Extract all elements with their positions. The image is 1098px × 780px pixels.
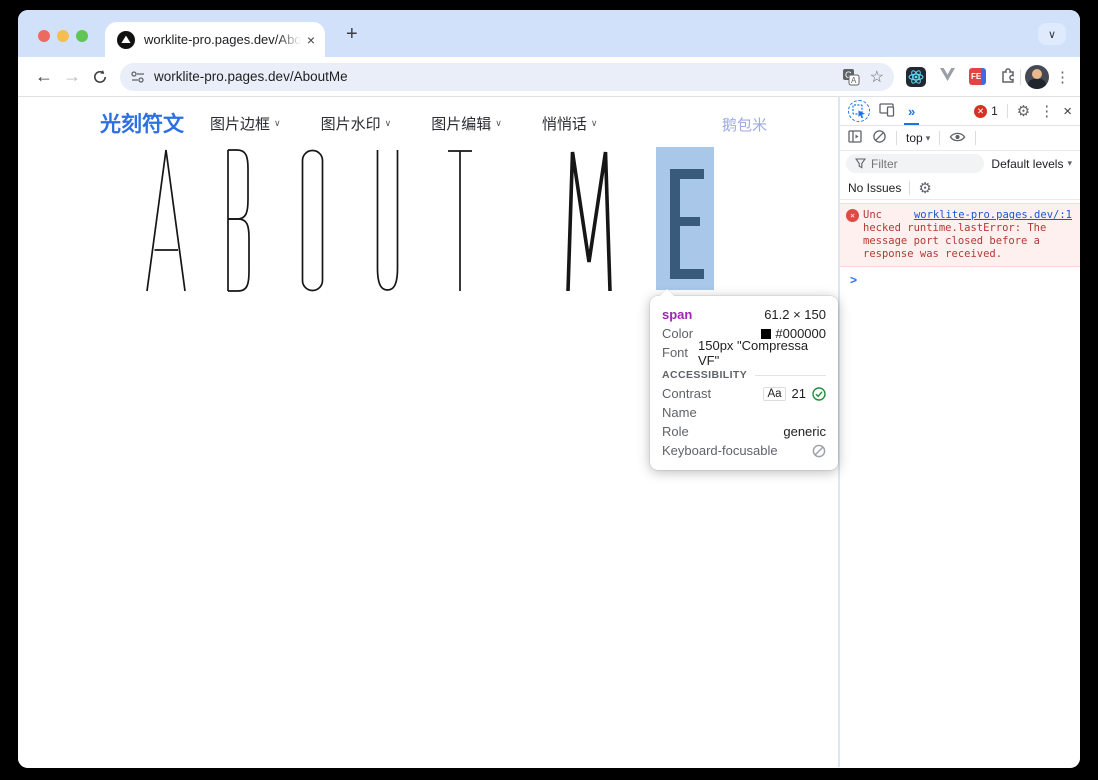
error-circle-icon: ✕ xyxy=(846,209,859,222)
name-label: Name xyxy=(662,405,697,420)
devtools-settings-icon[interactable]: ⚙ xyxy=(1017,102,1030,120)
error-source-link[interactable]: worklite-pro.pages.dev/:1 xyxy=(914,209,1072,222)
forward-button-icon[interactable]: → xyxy=(58,66,86,87)
bookmark-star-icon[interactable]: ☆ xyxy=(870,67,884,87)
url-text[interactable]: worklite-pro.pages.dev/AboutMe xyxy=(154,69,832,84)
console-settings-gear-icon[interactable]: ⚙ xyxy=(918,179,931,197)
window-zoom-button[interactable] xyxy=(76,30,88,42)
devtools-tab-bar: » ✕ 1 ⚙ ⋮ × xyxy=(840,97,1080,126)
svg-text:A: A xyxy=(851,76,857,85)
live-expression-eye-icon[interactable] xyxy=(949,131,966,146)
tooltip-font-value: 150px "Compressa VF" xyxy=(698,338,826,368)
not-focusable-icon xyxy=(812,444,826,458)
site-nav: 光刻符文 图片边框∨ 图片水印∨ 图片编辑∨ 悄悄话∨ 鹅包米 xyxy=(18,97,838,149)
console-filter-bar: Default levels▾ xyxy=(840,151,1080,176)
error-message-text: hecked runtime.lastError: The message po… xyxy=(846,222,1059,261)
contrast-pass-icon xyxy=(812,387,826,401)
tooltip-tag-name: span xyxy=(662,307,692,322)
tab-title: worklite-pro.pages.dev/Abou xyxy=(144,32,301,47)
filter-input-wrapper[interactable] xyxy=(846,154,984,173)
tooltip-dimensions: 61.2 × 150 xyxy=(764,307,826,322)
site-brand[interactable]: 光刻符文 xyxy=(100,108,184,138)
keyboard-focusable-label: Keyboard-focusable xyxy=(662,443,778,458)
browser-tab[interactable]: worklite-pro.pages.dev/Abou × xyxy=(105,22,325,57)
vue-devtools-icon[interactable] xyxy=(939,67,956,87)
devtools-close-icon[interactable]: × xyxy=(1063,103,1072,120)
chevron-down-icon: ∨ xyxy=(495,118,502,129)
nav-item-watermark[interactable]: 图片水印∨ xyxy=(321,113,392,134)
devtools-menu-icon[interactable]: ⋮ xyxy=(1039,102,1054,120)
nav-item-border[interactable]: 图片边框∨ xyxy=(210,113,281,134)
hero-letter-o xyxy=(299,148,326,291)
javascript-context-dropdown[interactable]: top▾ xyxy=(906,131,930,145)
contrast-label: Contrast xyxy=(662,386,711,401)
error-count-badge[interactable]: ✕ 1 xyxy=(974,104,998,118)
hero-letter-a xyxy=(145,148,187,291)
console-prompt-chevron[interactable]: > xyxy=(840,267,1080,287)
address-bar[interactable]: worklite-pro.pages.dev/AboutMe GA ☆ xyxy=(120,63,894,91)
devtools-panel: » ✕ 1 ⚙ ⋮ × top▾ xyxy=(838,97,1080,767)
toolbar-divider xyxy=(1020,69,1021,85)
inspect-tooltip: span 61.2 × 150 Color #000000 Font 150px… xyxy=(650,296,838,470)
tooltip-font-label: Font xyxy=(662,345,688,360)
translate-icon[interactable]: GA xyxy=(842,68,860,86)
tab-search-button[interactable]: ∨ xyxy=(1038,23,1066,45)
tab-strip: worklite-pro.pages.dev/Abou × + ∨ xyxy=(18,10,1080,57)
accessibility-title: ACCESSIBILITY xyxy=(662,369,747,381)
web-page: 光刻符文 图片边框∨ 图片水印∨ 图片编辑∨ 悄悄话∨ 鹅包米 span 61.… xyxy=(18,97,838,767)
hero-letter-m xyxy=(564,148,614,291)
role-label: Role xyxy=(662,424,689,439)
site-favicon-icon xyxy=(117,31,135,49)
browser-window: worklite-pro.pages.dev/Abou × + ∨ ← → wo… xyxy=(18,10,1080,768)
nav-right-link[interactable]: 鹅包米 xyxy=(722,114,767,135)
contrast-value: 21 xyxy=(792,386,806,401)
more-panels-button[interactable]: » xyxy=(904,97,919,125)
extensions-puzzle-icon[interactable] xyxy=(999,66,1016,88)
hero-letter-u xyxy=(374,148,401,291)
console-sidebar-icon[interactable] xyxy=(848,129,863,147)
console-error-message[interactable]: ✕ Unc worklite-pro.pages.dev/:1 hecked r… xyxy=(840,203,1080,267)
device-toolbar-icon[interactable] xyxy=(879,102,895,120)
tab-close-icon[interactable]: × xyxy=(307,32,315,48)
window-close-button[interactable] xyxy=(38,30,50,42)
clear-console-icon[interactable] xyxy=(872,129,887,147)
filter-funnel-icon xyxy=(855,158,866,169)
inspected-element-highlight[interactable] xyxy=(656,147,714,290)
window-minimize-button[interactable] xyxy=(57,30,69,42)
hero-letter-b xyxy=(224,148,251,291)
new-tab-button[interactable]: + xyxy=(346,24,358,44)
console-toolbar: top▾ xyxy=(840,126,1080,151)
issues-bar: No Issues ⚙ xyxy=(840,176,1080,200)
browser-toolbar: ← → worklite-pro.pages.dev/AboutMe GA ☆ … xyxy=(18,57,1080,97)
nav-item-whisper[interactable]: 悄悄话∨ xyxy=(542,113,598,134)
log-levels-dropdown[interactable]: Default levels▾ xyxy=(991,157,1074,171)
site-settings-icon[interactable] xyxy=(130,70,146,84)
role-value: generic xyxy=(783,424,826,439)
fe-extension-icon[interactable]: FE xyxy=(969,68,986,85)
contrast-sample: Aa xyxy=(763,387,785,401)
extensions-area: FE xyxy=(906,66,1016,88)
inspect-element-icon[interactable] xyxy=(848,100,870,122)
console-filter-input[interactable] xyxy=(871,157,961,171)
nav-item-edit[interactable]: 图片编辑∨ xyxy=(431,113,502,134)
back-button-icon[interactable]: ← xyxy=(30,66,58,87)
chevron-down-icon: ∨ xyxy=(274,118,281,129)
error-icon: ✕ xyxy=(974,105,987,118)
hero-letter-t xyxy=(446,148,474,291)
browser-menu-icon[interactable]: ⋮ xyxy=(1055,68,1070,86)
chevron-down-icon: ∨ xyxy=(591,118,598,129)
tooltip-color-label: Color xyxy=(662,326,693,341)
react-devtools-icon[interactable] xyxy=(906,67,926,87)
profile-avatar[interactable] xyxy=(1025,65,1049,89)
chevron-down-icon: ∨ xyxy=(385,118,392,129)
issues-count[interactable]: No Issues xyxy=(848,181,901,195)
reload-button-icon[interactable] xyxy=(86,69,114,85)
